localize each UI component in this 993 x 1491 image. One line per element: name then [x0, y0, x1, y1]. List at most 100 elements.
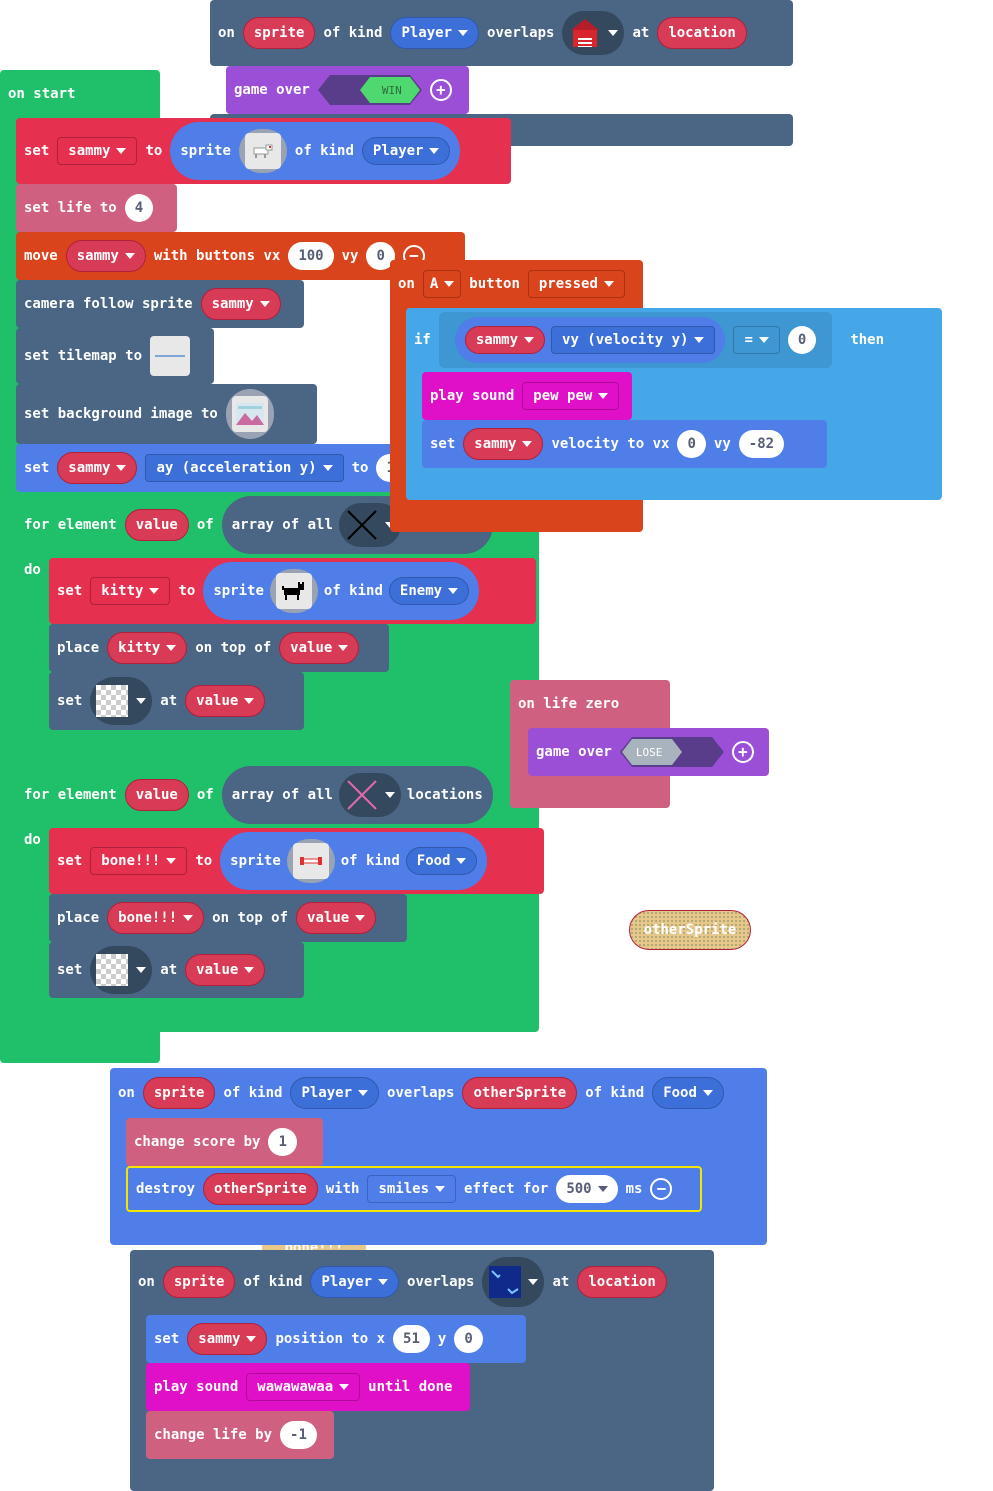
sprite-param[interactable]: sprite	[142, 1077, 216, 1109]
tile-dropdown[interactable]	[90, 677, 153, 725]
button-dropdown[interactable]: A	[422, 270, 462, 298]
velocity-reporter[interactable]: sammy vy (velocity y)	[454, 317, 726, 363]
sound-dropdown[interactable]: wawawawaa	[246, 1373, 361, 1401]
tile-dropdown[interactable]	[562, 11, 625, 55]
sammy-var-dropdown[interactable]: sammy	[464, 326, 546, 354]
operator-dropdown[interactable]: =	[733, 326, 780, 354]
position-x-input[interactable]: 51	[393, 1325, 430, 1353]
kitty-var-dropdown[interactable]: kitty	[90, 577, 171, 605]
kind-dropdown[interactable]: Player	[310, 1266, 400, 1298]
tile-dropdown[interactable]	[338, 773, 401, 817]
sprite-image-slot[interactable]	[286, 839, 335, 883]
velocity-vy-input[interactable]: -82	[738, 430, 785, 458]
lose-toggle[interactable]: LOSE	[619, 737, 724, 767]
sprite-param[interactable]: sprite	[162, 1266, 236, 1298]
background-image-slot[interactable]	[225, 389, 274, 439]
destroy-block[interactable]: destroy otherSprite with smiles effect f…	[126, 1166, 702, 1212]
tilemap-icon[interactable]	[150, 336, 191, 376]
vx-input[interactable]: 100	[288, 242, 334, 270]
chevron-down-icon	[608, 30, 619, 36]
sprite-param[interactable]: sprite	[242, 17, 316, 49]
vy-property-dropdown[interactable]: vy (velocity y)	[551, 326, 716, 354]
set-velocity-block[interactable]: set sammy velocity to vx 0 vy -82	[422, 420, 827, 468]
sprite-of-kind-reporter[interactable]: sprite of kind Food	[220, 832, 488, 890]
ay-property-dropdown[interactable]: ay (acceleration y)	[145, 454, 344, 482]
do-label: do	[24, 832, 41, 848]
value-var-dropdown[interactable]: value	[296, 902, 377, 934]
sammy-var-dropdown[interactable]: sammy	[65, 240, 146, 272]
other-sprite-variable[interactable]: otherSprite	[629, 910, 751, 950]
location-param[interactable]: location	[657, 17, 747, 49]
set-sammy-block[interactable]: set sammy to sprite of kind Player	[16, 118, 511, 184]
tile-dropdown[interactable]	[90, 946, 153, 994]
array-of-all-locations[interactable]: array of all locations	[221, 766, 493, 824]
sammy-var-dropdown[interactable]: sammy	[57, 137, 138, 165]
value-var-dropdown[interactable]: value	[185, 954, 266, 986]
set-label: set	[430, 436, 456, 452]
place-kitty-block[interactable]: place kitty on top of value	[49, 624, 389, 672]
position-y-input[interactable]: 0	[454, 1325, 483, 1353]
ms-input[interactable]: 500	[556, 1175, 618, 1203]
sprite-of-kind-reporter[interactable]: sprite of kind Player	[170, 122, 461, 180]
value-var[interactable]: value	[124, 779, 189, 811]
sammy-var-dropdown[interactable]: sammy	[200, 288, 281, 320]
set-ay-block[interactable]: set sammy ay (acceleration y) to 100	[16, 444, 453, 492]
minus-icon[interactable]: −	[650, 1178, 673, 1200]
set-position-block[interactable]: set sammy position to x 51 y 0	[146, 1315, 526, 1363]
compare-condition[interactable]: sammy vy (velocity y) = 0	[438, 312, 833, 368]
kind-dropdown[interactable]: Player	[361, 137, 451, 165]
do-label-1: do	[16, 558, 41, 582]
velocity-vx-input[interactable]: 0	[677, 430, 706, 458]
kind-dropdown[interactable]: Player	[390, 17, 480, 49]
sammy-var-dropdown[interactable]: sammy	[463, 428, 544, 460]
kitty-var-dropdown[interactable]: kitty	[107, 632, 188, 664]
play-sound-pew-block[interactable]: play sound pew pew	[422, 372, 632, 420]
sammy-var-dropdown[interactable]: sammy	[187, 1323, 268, 1355]
camera-follow-block[interactable]: camera follow sprite sammy	[16, 280, 304, 328]
sprite-image-slot[interactable]	[238, 129, 287, 173]
sprite-of-kind-reporter[interactable]: sprite of kind Enemy	[203, 562, 480, 620]
bone-var-dropdown[interactable]: bone!!!	[107, 902, 205, 934]
kind-dropdown[interactable]: Enemy	[388, 577, 470, 605]
plus-icon[interactable]: +	[731, 741, 754, 763]
bone-var-dropdown[interactable]: bone!!!	[90, 847, 188, 875]
set-tile-block-1[interactable]: set at value	[49, 672, 304, 730]
game-over-win-block[interactable]: game over WIN +	[226, 66, 469, 114]
value-var-dropdown[interactable]: value	[279, 632, 360, 664]
score-input[interactable]: 1	[268, 1128, 297, 1156]
play-sound-until-done-block[interactable]: play sound wawawawaa until done	[146, 1363, 470, 1411]
value-var[interactable]: value	[124, 509, 189, 541]
pressed-dropdown[interactable]: pressed	[527, 270, 625, 298]
life-input[interactable]: 4	[124, 194, 154, 222]
set-bone-block[interactable]: set bone!!! to sprite of kind Food	[49, 828, 544, 894]
on-label: on	[138, 1274, 155, 1290]
kind-dropdown[interactable]: Food	[405, 847, 478, 875]
compare-input[interactable]: 0	[787, 326, 817, 354]
camera-follow-label: camera follow sprite	[24, 296, 193, 312]
plus-icon[interactable]: +	[429, 79, 452, 101]
locations-label: locations	[406, 787, 483, 803]
change-life-block[interactable]: change life by -1	[146, 1411, 334, 1459]
other-sprite-param[interactable]: otherSprite	[462, 1077, 578, 1109]
kind-dropdown[interactable]: Food	[652, 1077, 724, 1109]
set-tilemap-block[interactable]: set tilemap to	[16, 328, 214, 384]
tile-dropdown[interactable]	[482, 1257, 545, 1307]
other-sprite-var-dropdown[interactable]: otherSprite	[203, 1173, 318, 1205]
sprite-image-slot[interactable]	[269, 569, 318, 613]
value-var-dropdown[interactable]: value	[185, 685, 266, 717]
sound-dropdown[interactable]: pew pew	[522, 382, 620, 410]
place-bone-block[interactable]: place bone!!! on top of value	[49, 894, 407, 942]
set-background-block[interactable]: set background image to	[16, 384, 317, 444]
location-param[interactable]: location	[577, 1266, 667, 1298]
set-kitty-block[interactable]: set kitty to sprite of kind Enemy	[49, 558, 536, 624]
for-loop-2-header: for element value of array of all locati…	[16, 762, 493, 828]
set-tile-block-2[interactable]: set at value	[49, 942, 304, 998]
change-score-block[interactable]: change score by 1	[126, 1118, 323, 1166]
kind-dropdown[interactable]: Player	[290, 1077, 380, 1109]
effect-dropdown[interactable]: smiles	[367, 1175, 457, 1203]
set-life-block[interactable]: set life to 4	[16, 184, 177, 232]
life-change-input[interactable]: -1	[280, 1421, 317, 1449]
sammy-var-dropdown[interactable]: sammy	[57, 452, 138, 484]
win-toggle[interactable]: WIN	[317, 75, 422, 105]
game-over-lose-block[interactable]: game over LOSE +	[528, 728, 769, 776]
